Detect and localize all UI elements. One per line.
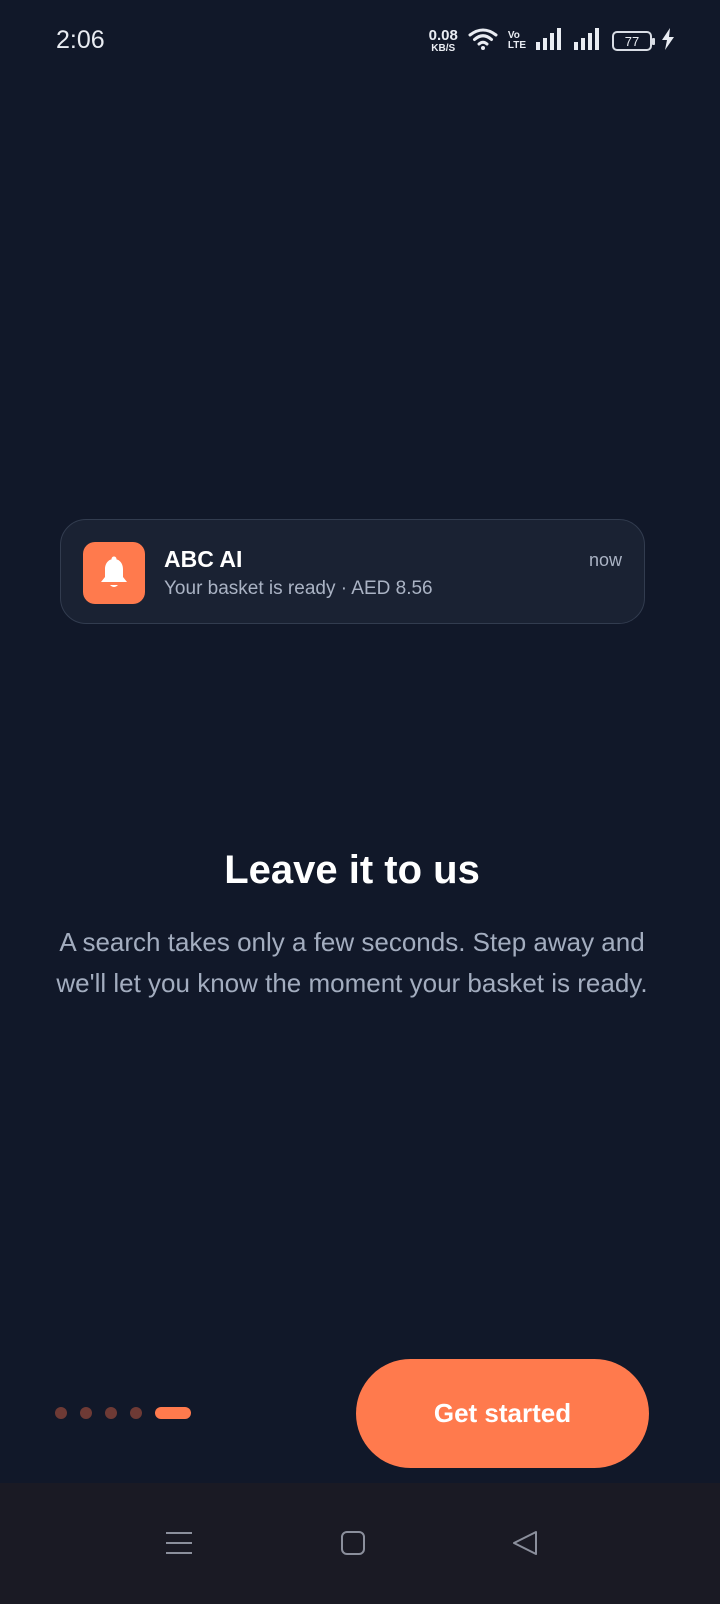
battery-level: 77 xyxy=(624,33,640,49)
page-dot xyxy=(55,1407,67,1419)
status-icons: 0.08 KB/S Vo LTE 77 xyxy=(429,26,674,56)
network-speed-unit: KB/S xyxy=(431,43,456,54)
notification-time: now xyxy=(588,550,622,570)
notification-message: Your basket is ready · AED 8.56 xyxy=(164,578,433,599)
volte-indicator: Vo LTE xyxy=(508,31,526,51)
page-dot xyxy=(130,1407,142,1419)
status-bar: 2:06 0.08 KB/S Vo LTE 77 xyxy=(0,0,720,84)
charging-icon xyxy=(662,27,674,55)
page-indicator xyxy=(55,1407,191,1419)
page-dot xyxy=(105,1407,117,1419)
signal-icon-sim2 xyxy=(574,27,602,55)
page-dot xyxy=(80,1407,92,1419)
notification-app-name: ABC AI xyxy=(164,546,243,572)
volte-bottom: LTE xyxy=(507,40,526,51)
wifi-icon xyxy=(468,27,498,56)
menu-icon[interactable] xyxy=(157,1521,201,1565)
signal-icon-sim1 xyxy=(536,27,564,55)
back-icon[interactable] xyxy=(503,1521,547,1565)
bell-icon xyxy=(83,542,145,604)
onboarding-description: A search takes only a few seconds. Step … xyxy=(56,927,648,998)
page-dot-active xyxy=(155,1407,191,1419)
home-icon[interactable] xyxy=(331,1521,375,1565)
onboarding-screen: 2:06 0.08 KB/S Vo LTE 77 ABC AI Your bas… xyxy=(0,0,720,1604)
get-started-button[interactable]: Get started xyxy=(356,1359,649,1468)
network-speed: 0.08 KB/S xyxy=(429,28,458,54)
battery-icon: 77 xyxy=(612,31,655,51)
navigation-bar xyxy=(0,1483,720,1604)
notification-card: ABC AI Your basket is ready · AED 8.56 n… xyxy=(60,519,645,624)
status-time: 2:06 xyxy=(56,26,105,54)
network-speed-value: 0.08 xyxy=(428,27,458,44)
onboarding-headline: Leave it to us xyxy=(224,848,480,892)
